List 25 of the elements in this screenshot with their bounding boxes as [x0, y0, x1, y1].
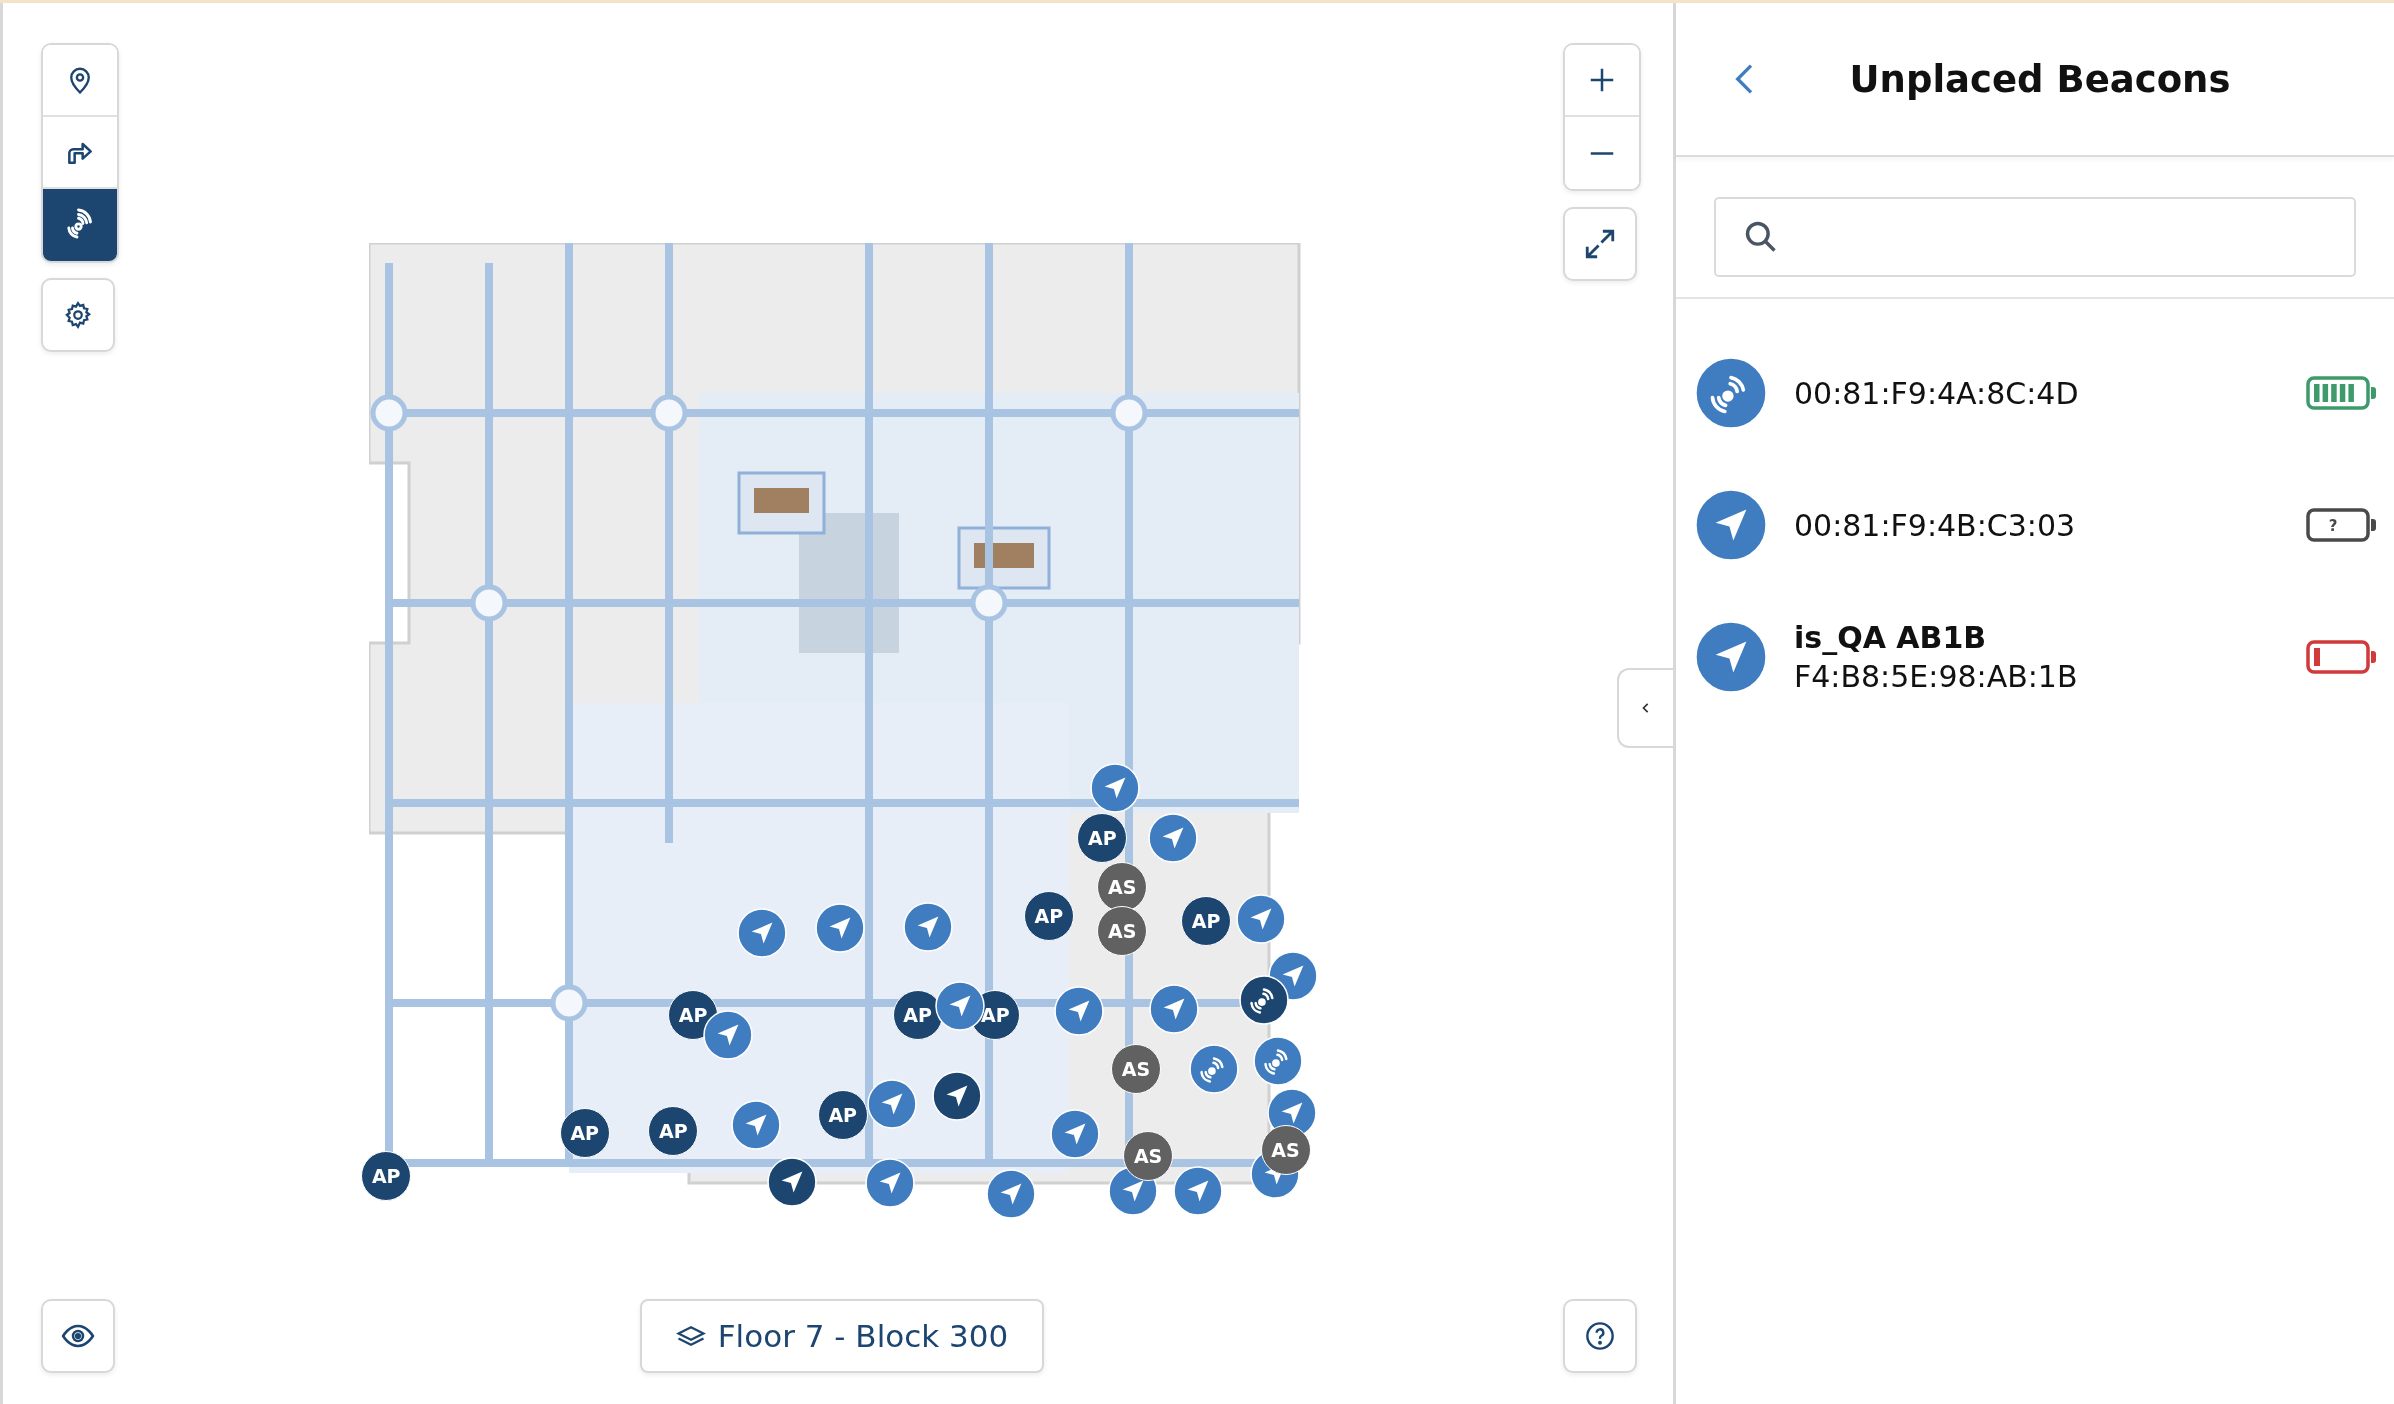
- signal-icon: [1252, 1036, 1303, 1087]
- settings-button[interactable]: [41, 278, 115, 352]
- signal-icon: [1188, 1043, 1239, 1094]
- help-icon: [1584, 1320, 1616, 1352]
- search-field[interactable]: [1714, 197, 2356, 277]
- gear-icon: [63, 300, 93, 330]
- beacons-button[interactable]: [43, 189, 117, 261]
- beacon-list-item[interactable]: 00:81:F9:4A:8C:4D: [1676, 327, 2394, 459]
- fullscreen-button[interactable]: [1563, 207, 1637, 281]
- signal-icon: [1694, 356, 1768, 430]
- location-button[interactable]: [43, 45, 117, 117]
- beacon-list-item[interactable]: 00:81:F9:4B:C3:03 ?: [1676, 459, 2394, 591]
- signal-icon: [1239, 975, 1290, 1025]
- panel-title: Unplaced Beacons: [1848, 57, 2232, 101]
- access-point-marker: AP: [361, 1150, 412, 1201]
- expand-icon: [1583, 227, 1617, 261]
- beacon-address: 00:81:F9:4B:C3:03: [1794, 507, 2077, 543]
- help-button[interactable]: [1563, 1299, 1637, 1373]
- beacon-address: 00:81:F9:4A:8C:4D: [1794, 375, 2080, 411]
- beacon-name: is_QA AB1B: [1794, 620, 1988, 655]
- beacon-address: F4:B8:5E:98:AB:1B: [1794, 659, 2079, 694]
- route-button[interactable]: [43, 117, 117, 189]
- floor-selector[interactable]: Floor 7 - Block 300: [640, 1299, 1044, 1373]
- beacon-list-item[interactable]: is_QA AB1B F4:B8:5E:98:AB:1B: [1676, 591, 2394, 723]
- visibility-button[interactable]: [41, 1299, 115, 1373]
